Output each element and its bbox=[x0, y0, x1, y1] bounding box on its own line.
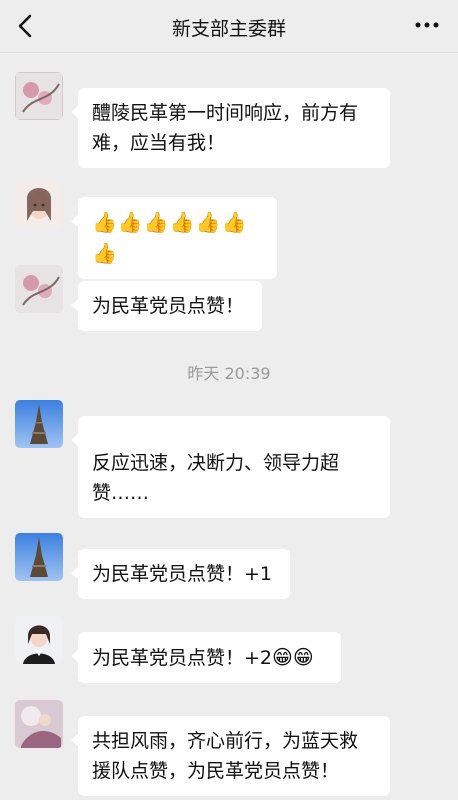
avatar[interactable] bbox=[15, 700, 63, 748]
avatar[interactable] bbox=[15, 616, 63, 664]
avatar[interactable] bbox=[15, 72, 63, 120]
message-bubble[interactable]: 为民革党员点赞！ bbox=[71, 281, 262, 331]
chat-title: 新支部主委群 bbox=[171, 18, 286, 40]
message-bubble[interactable]: 为民革党员点赞！+2😁😁 bbox=[71, 632, 341, 683]
thumbs-up-icon: 👍👍👍👍👍👍👍 bbox=[92, 210, 248, 265]
message-bubble[interactable]: 为民革党员点赞！+1 bbox=[71, 549, 290, 599]
message-text: 为民革党员点赞！+2 bbox=[92, 647, 273, 669]
message-bubble[interactable]: 醴陵民革第一时间响应，前方有难，应当有我！ bbox=[71, 88, 390, 168]
avatar[interactable] bbox=[15, 533, 63, 581]
message-bubble[interactable]: 共担风雨，齐心前行，为蓝天救援队点赞，为民革党员点赞！ bbox=[71, 716, 390, 796]
chat-header: 新支部主委群 bbox=[0, 0, 458, 53]
timestamp: 昨天 20:39 bbox=[187, 364, 271, 383]
message-bubble[interactable]: 反应迅速，决断力、领导力超赞…… bbox=[71, 416, 390, 518]
message-bubble[interactable]: 👍👍👍👍👍👍👍 bbox=[71, 197, 277, 279]
avatar[interactable] bbox=[15, 400, 63, 448]
more-icon[interactable] bbox=[414, 20, 440, 30]
avatar[interactable] bbox=[15, 181, 63, 229]
avatar[interactable] bbox=[15, 265, 63, 313]
grin-icon: 😁😁 bbox=[272, 645, 314, 669]
